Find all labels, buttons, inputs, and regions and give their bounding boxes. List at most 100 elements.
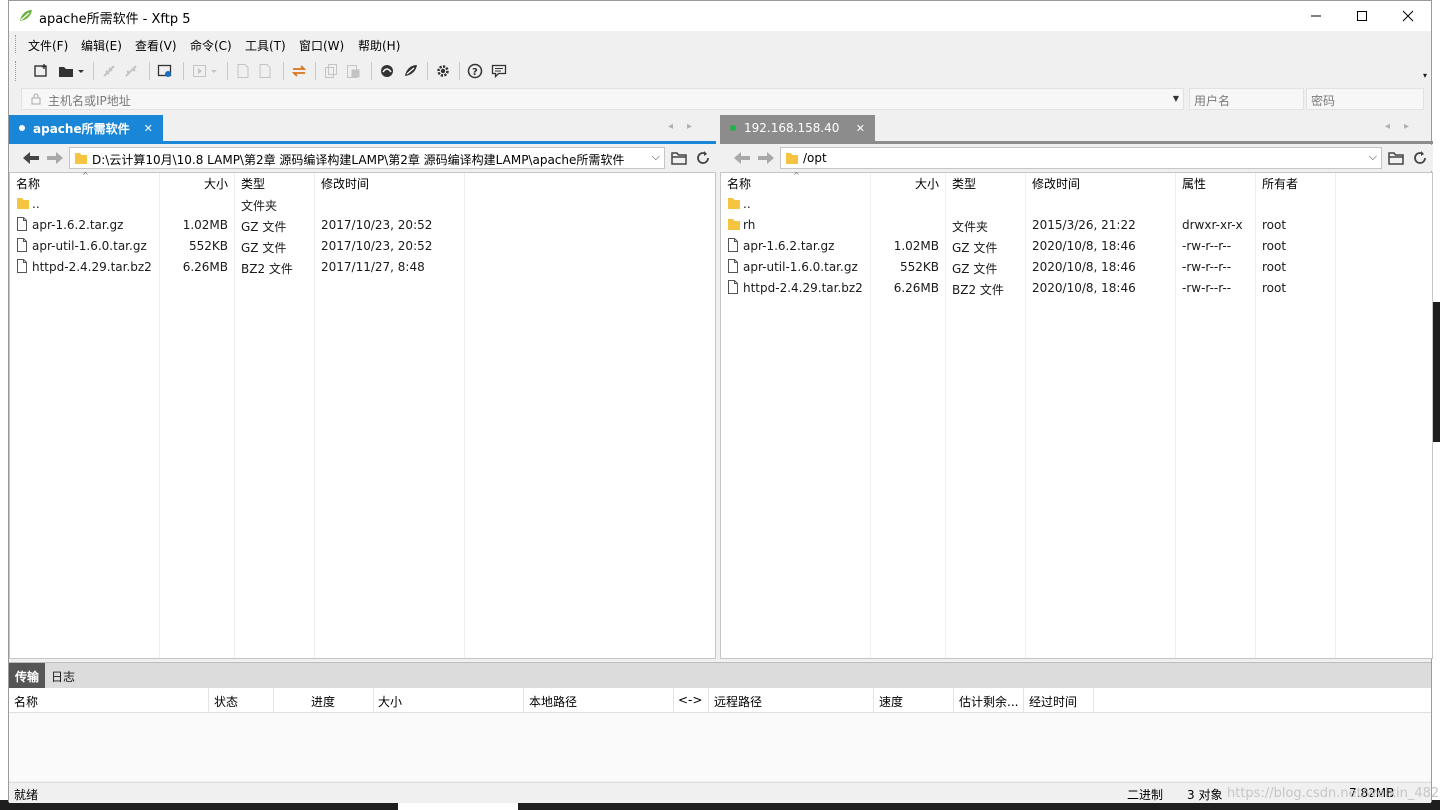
copy-button[interactable] bbox=[321, 61, 341, 81]
xmanager-button[interactable] bbox=[401, 61, 421, 81]
menu-command[interactable]: 命令(C) bbox=[190, 37, 232, 54]
transfer-col-size[interactable]: 大小 bbox=[378, 693, 402, 710]
menu-window[interactable]: 窗口(W) bbox=[299, 37, 344, 54]
close-icon[interactable]: ✕ bbox=[144, 122, 153, 135]
local-col-name[interactable]: 名称 bbox=[16, 173, 40, 193]
file-row[interactable]: rh 文件夹 2015/3/26, 21:22 drwxr-xr-x root bbox=[721, 215, 1432, 236]
file-row[interactable]: httpd-2.4.29.tar.bz2 6.26MB BZ2 文件 2020/10/… bbox=[721, 278, 1432, 299]
transfer-col-progress[interactable]: 进度 bbox=[311, 693, 335, 710]
session-properties-button[interactable] bbox=[155, 61, 175, 81]
transfer-list[interactable] bbox=[9, 713, 1431, 781]
local-path-input[interactable]: D:\云计算10月\10.8 LAMP\第2章 源码编译构建LAMP\第2章 源… bbox=[69, 147, 665, 169]
remote-pane: 192.168.158.40 ✕ ◂▸ /opt ⌵ ^ 名称 大小 类型 修改… bbox=[720, 115, 1433, 659]
chevron-down-icon[interactable]: ▼ bbox=[1173, 94, 1179, 103]
xshell-button[interactable] bbox=[377, 61, 397, 81]
cell-name: apr-1.6.2.tar.gz bbox=[32, 218, 124, 232]
minimize-button[interactable] bbox=[1293, 1, 1339, 31]
close-button[interactable] bbox=[1385, 1, 1431, 31]
transfer-col-remote-path[interactable]: 远程路径 bbox=[714, 693, 762, 710]
xshell-icon bbox=[381, 65, 393, 77]
file-row[interactable]: .. 文件夹 bbox=[10, 194, 715, 215]
cell-type: 文件夹 bbox=[952, 220, 989, 234]
sort-up-icon: ^ bbox=[82, 171, 89, 180]
back-button[interactable] bbox=[732, 149, 752, 167]
remote-refresh-button[interactable] bbox=[1410, 149, 1430, 167]
cell-mtime: 2020/10/8, 18:46 bbox=[1032, 260, 1136, 274]
svg-text:?: ? bbox=[472, 67, 478, 78]
remote-col-name[interactable]: 名称 bbox=[727, 173, 751, 193]
paste-button[interactable] bbox=[343, 61, 363, 81]
menu-grip[interactable] bbox=[15, 35, 19, 53]
local-new-folder-button[interactable] bbox=[669, 149, 689, 167]
tab-scroll-arrows[interactable]: ◂▸ bbox=[1385, 121, 1423, 132]
new-session-button[interactable] bbox=[31, 61, 51, 81]
cell-type: BZ2 文件 bbox=[241, 262, 293, 276]
remote-new-folder-button[interactable] bbox=[1386, 149, 1406, 167]
remote-col-attr[interactable]: 属性 bbox=[1182, 173, 1206, 193]
file-row[interactable]: apr-1.6.2.tar.gz 1.02MB GZ 文件 2020/10/8, 18… bbox=[721, 236, 1432, 257]
options-button[interactable] bbox=[433, 61, 453, 81]
tab-local[interactable]: apache所需软件 ✕ bbox=[9, 115, 163, 141]
chevron-down-icon[interactable]: ⌵ bbox=[1369, 150, 1377, 164]
disconnect-button[interactable] bbox=[121, 61, 141, 81]
local-col-mtime[interactable]: 修改时间 bbox=[321, 173, 369, 193]
transfer-col-remaining[interactable]: 估计剩余... bbox=[959, 693, 1018, 710]
maximize-button[interactable] bbox=[1339, 1, 1385, 31]
close-icon[interactable]: ✕ bbox=[856, 122, 865, 135]
chevron-down-icon[interactable]: ⌵ bbox=[652, 150, 660, 164]
play-dropdown-button[interactable] bbox=[189, 61, 221, 81]
folder-icon bbox=[727, 196, 741, 213]
host-input[interactable]: 主机名或IP地址 ▼ bbox=[21, 88, 1184, 110]
transfer-col-status[interactable]: 状态 bbox=[214, 693, 238, 710]
transfer-col-speed[interactable]: 速度 bbox=[879, 693, 903, 710]
file-row[interactable]: apr-1.6.2.tar.gz 1.02MB GZ 文件 2017/10/23, 2… bbox=[10, 215, 715, 236]
sync-transfer-button[interactable] bbox=[289, 61, 309, 81]
status-transfer-mode[interactable]: 二进制 bbox=[1127, 786, 1163, 803]
transfer-col-name[interactable]: 名称 bbox=[14, 693, 38, 710]
tab-transfer[interactable]: 传输 bbox=[9, 663, 46, 689]
help-button[interactable]: ? bbox=[465, 61, 485, 81]
back-button[interactable] bbox=[21, 149, 41, 167]
tab-remote[interactable]: 192.168.158.40 ✕ bbox=[720, 115, 875, 141]
local-refresh-button[interactable] bbox=[693, 149, 713, 167]
password-input[interactable]: 密码 bbox=[1306, 88, 1424, 110]
download-button[interactable] bbox=[255, 61, 275, 81]
tab-log[interactable]: 日志 bbox=[45, 663, 81, 689]
file-row[interactable]: apr-util-1.6.0.tar.gz 552KB GZ 文件 2017/10/2… bbox=[10, 236, 715, 257]
remote-path-input[interactable]: /opt ⌵ bbox=[780, 147, 1382, 169]
menu-help[interactable]: 帮助(H) bbox=[358, 37, 400, 54]
cell-mtime: 2020/10/8, 18:46 bbox=[1032, 239, 1136, 253]
username-input[interactable]: 用户名 bbox=[1189, 88, 1304, 110]
menu-file[interactable]: 文件(F) bbox=[28, 37, 68, 54]
paste-icon bbox=[347, 65, 360, 78]
remote-col-mtime[interactable]: 修改时间 bbox=[1032, 173, 1080, 193]
menu-edit[interactable]: 编辑(E) bbox=[81, 37, 122, 54]
file-row[interactable]: .. bbox=[721, 194, 1432, 215]
menu-view[interactable]: 查看(V) bbox=[135, 37, 177, 54]
cell-size: 1.02MB bbox=[893, 239, 939, 253]
forward-button[interactable] bbox=[756, 149, 776, 167]
connect-button[interactable] bbox=[99, 61, 119, 81]
tab-scroll-arrows[interactable]: ◂▸ bbox=[668, 121, 706, 132]
remote-col-size[interactable]: 大小 bbox=[871, 173, 939, 193]
folder-icon bbox=[727, 217, 741, 234]
local-path-row: D:\云计算10月\10.8 LAMP\第2章 源码编译构建LAMP\第2章 源… bbox=[9, 145, 716, 171]
forward-button[interactable] bbox=[45, 149, 65, 167]
toolbar-overflow-icon[interactable]: ▾ bbox=[1423, 71, 1427, 80]
file-row[interactable]: apr-util-1.6.0.tar.gz 552KB GZ 文件 2020/10/8… bbox=[721, 257, 1432, 278]
transfer-col-local-path[interactable]: 本地路径 bbox=[529, 693, 577, 710]
cell-name: .. bbox=[743, 197, 751, 211]
remote-col-owner[interactable]: 所有者 bbox=[1262, 173, 1298, 193]
file-row[interactable]: httpd-2.4.29.tar.bz2 6.26MB BZ2 文件 2017/11/… bbox=[10, 257, 715, 278]
help-icon: ? bbox=[467, 63, 483, 79]
transfer-col-elapsed[interactable]: 经过时间 bbox=[1029, 693, 1077, 710]
feedback-button[interactable] bbox=[489, 61, 509, 81]
toolbar-grip[interactable] bbox=[15, 61, 19, 81]
transfer-col-direction[interactable]: <-> bbox=[678, 693, 702, 707]
menu-tools[interactable]: 工具(T) bbox=[245, 37, 286, 54]
local-col-size[interactable]: 大小 bbox=[160, 173, 228, 193]
upload-button[interactable] bbox=[233, 61, 253, 81]
remote-col-type[interactable]: 类型 bbox=[952, 173, 976, 193]
local-col-type[interactable]: 类型 bbox=[241, 173, 265, 193]
open-session-button[interactable] bbox=[55, 61, 87, 81]
